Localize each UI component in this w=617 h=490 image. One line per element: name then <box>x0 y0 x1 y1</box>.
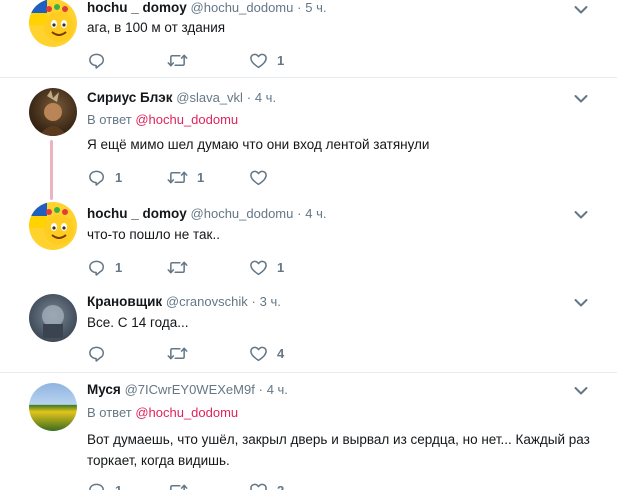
author-handle[interactable]: @slava_vkl <box>176 90 243 105</box>
tweet-header: hochu _ domoy @hochu_dodomu · 5 ч. <box>87 0 326 18</box>
timestamp[interactable]: 5 ч. <box>305 0 326 15</box>
tweet-text: Я ещё мимо шел думаю что они вход лентой… <box>87 137 430 152</box>
like-button[interactable]: 4 <box>249 343 284 363</box>
reply-label: В ответ <box>87 405 132 420</box>
timestamp[interactable]: 3 ч. <box>260 294 281 309</box>
like-button[interactable]: 1 <box>249 50 284 70</box>
author-name[interactable]: hochu _ domoy <box>87 0 187 15</box>
avatar[interactable] <box>29 88 77 136</box>
avatar[interactable] <box>29 0 77 47</box>
chevron-down-icon[interactable] <box>574 210 588 220</box>
tweet-2[interactable]: hochu _ domoy @hochu_dodomu · 4 ч. что-т… <box>0 200 617 288</box>
separator-dot: · <box>246 90 252 105</box>
separator-dot: · <box>297 206 302 221</box>
avatar[interactable] <box>29 383 77 431</box>
timestamp[interactable]: 4 ч. <box>305 206 326 221</box>
author-name[interactable]: Муся <box>87 382 121 397</box>
reply-label: В ответ <box>87 112 132 127</box>
heart-icon <box>249 481 268 490</box>
chevron-down-icon[interactable] <box>574 386 588 396</box>
tweet-text: что-то пошло не так.. <box>87 227 220 242</box>
reply-icon <box>87 258 106 277</box>
reply-mention-link[interactable]: @hochu_dodomu <box>135 112 238 127</box>
avatar[interactable] <box>29 202 77 250</box>
tweet-0[interactable]: hochu _ domoy @hochu_dodomu · 5 ч. ага, … <box>0 0 617 77</box>
like-button[interactable] <box>249 167 277 187</box>
reply-icon <box>87 344 106 363</box>
author-handle[interactable]: @hochu_dodomu <box>191 206 294 221</box>
tweet-header: Сириус Блэк @slava_vkl · 4 ч. <box>87 88 276 108</box>
retweet-icon <box>167 258 188 277</box>
retweet-button[interactable] <box>167 343 197 363</box>
like-count: 4 <box>277 345 285 361</box>
reply-icon <box>87 481 106 490</box>
tweet-header: Муся @7ICwrEY0WEXeM9f · 4 ч. <box>87 380 288 400</box>
chevron-down-icon[interactable] <box>574 298 588 308</box>
author-name[interactable]: Крановщик <box>87 294 162 309</box>
tweet-3[interactable]: Крановщик @cranovschik · 3 ч. Все. С 14 … <box>0 288 617 372</box>
retweet-icon <box>167 344 188 363</box>
heart-icon <box>249 344 268 363</box>
tweet-text: ага, в 100 м от здания <box>87 20 226 35</box>
reply-count: 1 <box>115 259 123 275</box>
tweet-1[interactable]: Сириус Блэк @slava_vkl · 4 ч. В ответ @h… <box>0 78 617 190</box>
retweet-icon <box>167 168 188 187</box>
timestamp[interactable]: 4 ч. <box>255 90 276 105</box>
heart-icon <box>249 258 268 277</box>
timestamp[interactable]: 4 ч. <box>267 382 288 397</box>
heart-icon <box>249 168 268 187</box>
retweet-button[interactable] <box>167 257 197 277</box>
reply-count: 1 <box>115 482 123 490</box>
author-handle[interactable]: @cranovschik <box>166 294 248 309</box>
reply-mention-link[interactable]: @hochu_dodomu <box>135 405 238 420</box>
reply-button[interactable]: 1 <box>87 167 122 187</box>
tweet-text: Все. С 14 года... <box>87 315 189 330</box>
reply-button[interactable] <box>87 343 115 363</box>
reply-context: В ответ @hochu_dodomu <box>87 112 238 127</box>
tweet-header: Крановщик @cranovschik · 3 ч. <box>87 292 281 312</box>
thread-connector <box>50 140 53 200</box>
retweet-count: 1 <box>197 169 205 185</box>
chevron-down-icon[interactable] <box>574 5 588 15</box>
retweet-button[interactable] <box>167 480 197 490</box>
reply-button[interactable] <box>87 50 115 70</box>
separator-dot: · <box>258 382 263 397</box>
author-handle[interactable]: @hochu_dodomu <box>191 0 294 15</box>
separator-dot: · <box>297 0 302 15</box>
retweet-icon <box>167 51 188 70</box>
reply-context: В ответ @hochu_dodomu <box>87 405 238 420</box>
like-count: 1 <box>277 259 285 275</box>
reply-icon <box>87 168 106 187</box>
author-name[interactable]: hochu _ domoy <box>87 206 187 221</box>
retweet-icon <box>167 481 188 490</box>
like-count: 2 <box>277 482 285 490</box>
tweet-text: Вот думаешь, что ушёл, закрыл дверь и вы… <box>87 432 590 468</box>
tweet-header: hochu _ domoy @hochu_dodomu · 4 ч. <box>87 204 326 224</box>
retweet-button[interactable]: 1 <box>167 167 204 187</box>
heart-icon <box>249 51 268 70</box>
author-handle[interactable]: @7ICwrEY0WEXeM9f <box>125 382 255 397</box>
reply-button[interactable]: 1 <box>87 480 122 490</box>
like-button[interactable]: 2 <box>249 480 284 490</box>
avatar[interactable] <box>29 294 77 342</box>
reply-button[interactable]: 1 <box>87 257 122 277</box>
author-name[interactable]: Сириус Блэк <box>87 90 173 105</box>
tweet-4[interactable]: Муся @7ICwrEY0WEXeM9f · 4 ч. В ответ @ho… <box>0 373 617 490</box>
chevron-down-icon[interactable] <box>574 94 588 104</box>
like-button[interactable]: 1 <box>249 257 284 277</box>
retweet-button[interactable] <box>167 50 197 70</box>
separator-dot: · <box>251 294 256 309</box>
reply-count: 1 <box>115 169 123 185</box>
reply-icon <box>87 51 106 70</box>
like-count: 1 <box>277 52 285 68</box>
